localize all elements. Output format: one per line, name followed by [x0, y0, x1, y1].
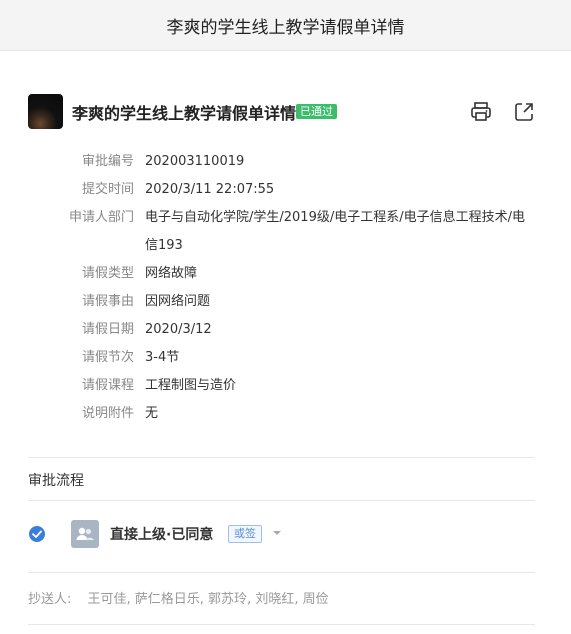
group-avatar — [71, 520, 99, 548]
group-icon — [76, 527, 94, 540]
field-label: 请假事由 — [81, 294, 134, 309]
cc-label: 抄送人: — [28, 592, 72, 607]
field-label: 提交时间 — [81, 182, 134, 197]
field-label: 请假节次 — [81, 350, 134, 365]
cc-names: 王可佳, 萨仁格日乐, 郭苏玲, 刘晓红, 周俭 — [87, 592, 329, 607]
field-label: 请假日期 — [81, 322, 134, 337]
window-title-bar: 李爽的学生线上教学请假单详情 — [0, 0, 571, 51]
field-value: 3-4节 — [145, 350, 180, 365]
field-value: 202003110019 — [145, 154, 245, 169]
check-circle-icon — [29, 526, 45, 542]
export-icon — [515, 103, 533, 121]
export-button[interactable] — [512, 100, 536, 124]
sign-type-tag: 或签 — [228, 525, 262, 543]
request-title: 李爽的学生线上教学请假单详情 — [72, 104, 297, 123]
section-divider — [28, 624, 535, 625]
section-divider — [28, 572, 535, 573]
field-value: 工程制图与造价 — [145, 378, 237, 393]
caret-down-icon[interactable] — [272, 528, 282, 538]
field-label: 说明附件 — [81, 406, 134, 421]
field-value: 2020/3/12 — [145, 322, 212, 337]
field-value: 电子与自动化学院/学生/2019级/电子工程系/电子信息工程技术/电信193 — [145, 210, 525, 253]
cc-row: 抄送人: 王可佳, 萨仁格日乐, 郭苏玲, 刘晓红, 周俭 — [28, 588, 329, 607]
field-value: 网络故障 — [145, 266, 198, 281]
print-icon — [471, 102, 491, 121]
avatar — [28, 94, 63, 129]
section-divider — [28, 500, 535, 501]
approval-step: 直接上级·已同意 或签 — [28, 518, 535, 550]
field-value: 无 — [145, 406, 159, 421]
status-badge: 已通过 — [296, 104, 337, 119]
approval-step-label: 直接上级·已同意 — [110, 527, 214, 543]
field-label: 审批编号 — [81, 154, 134, 169]
approval-section-title: 审批流程 — [28, 473, 84, 489]
field-label: 申请人部门 — [68, 210, 134, 225]
field-label: 请假类型 — [81, 266, 134, 281]
field-value: 因网络问题 — [145, 294, 211, 309]
section-divider — [28, 457, 535, 458]
print-button[interactable] — [469, 100, 493, 124]
page-title: 李爽的学生线上教学请假单详情 — [166, 17, 405, 38]
field-value: 2020/3/11 22:07:55 — [145, 182, 275, 197]
request-header: 李爽的学生线上教学请假单详情 已通过 — [28, 94, 543, 130]
field-label: 请假课程 — [81, 378, 134, 393]
